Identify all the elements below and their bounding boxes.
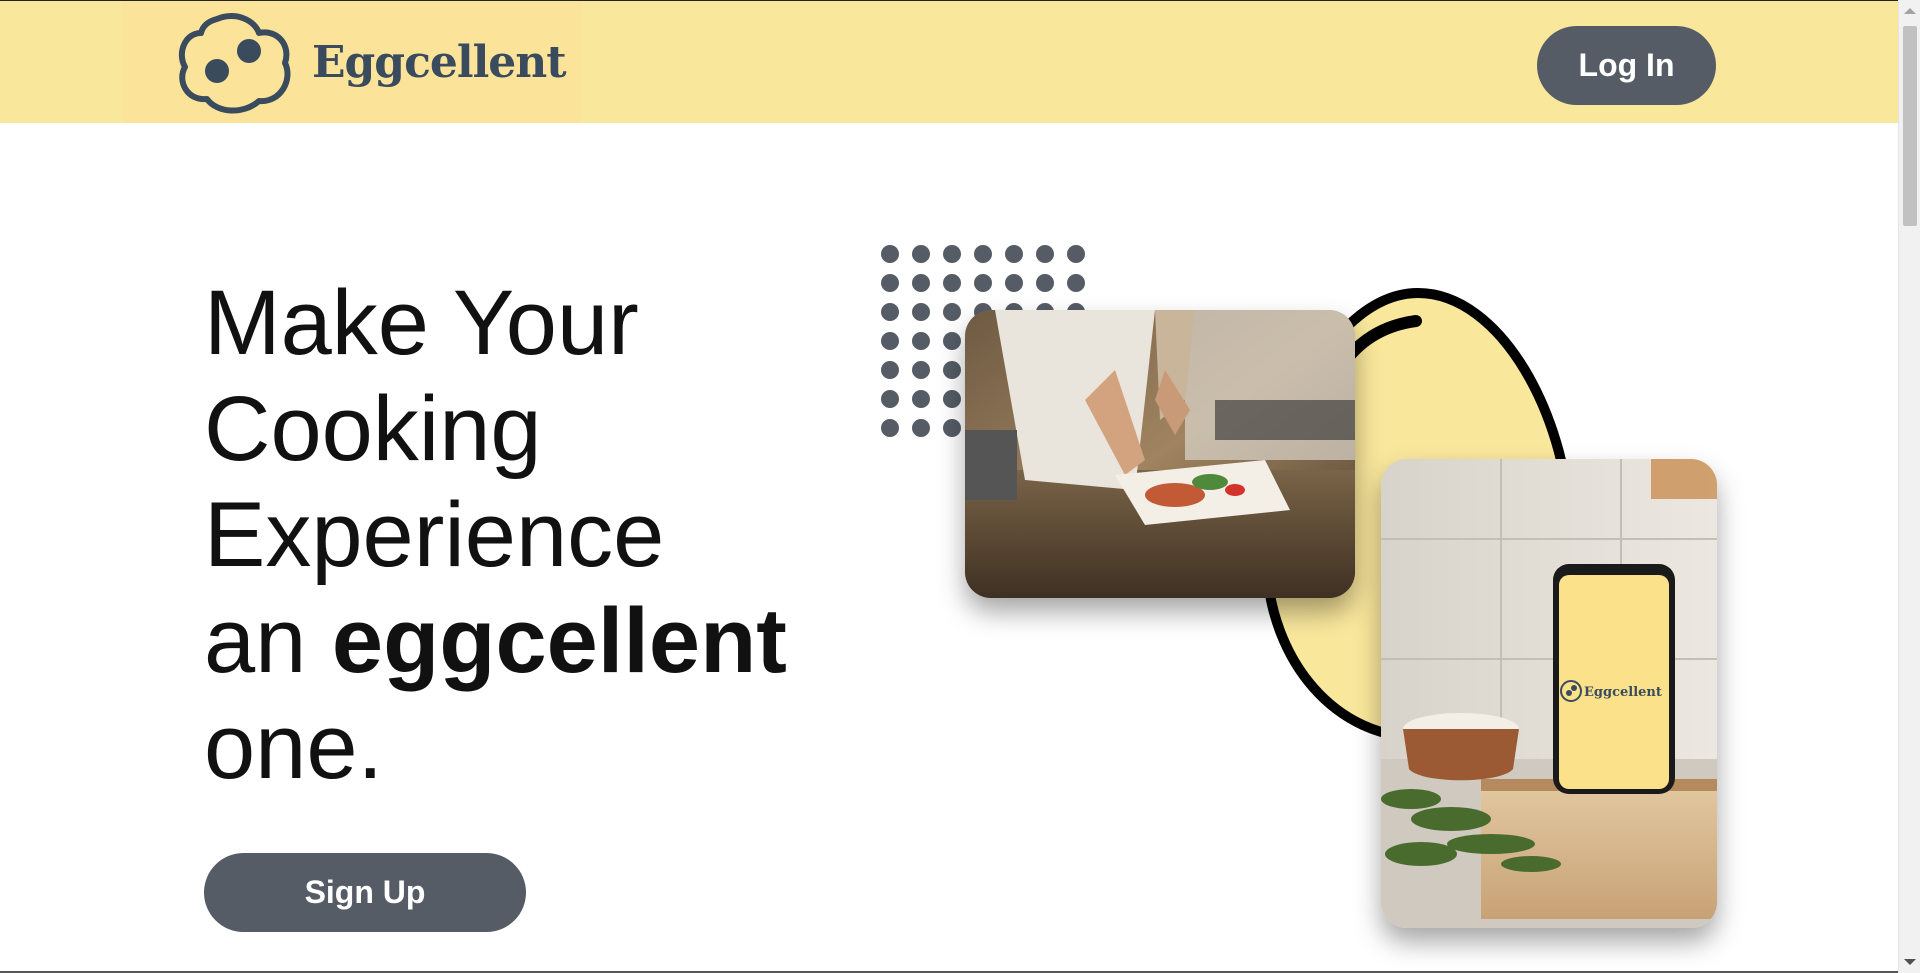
decoration-dot <box>1036 245 1054 263</box>
decoration-dot <box>943 274 961 292</box>
decoration-dot <box>881 274 899 292</box>
decoration-dot <box>943 332 961 350</box>
hero-line-5: one. <box>204 696 384 798</box>
decoration-dot <box>943 303 961 321</box>
phone-screen-brand: Eggcellent <box>1584 685 1662 700</box>
decoration-dot <box>1036 274 1054 292</box>
decoration-dot <box>881 245 899 263</box>
scrollbar-thumb[interactable] <box>1903 26 1917 226</box>
decoration-dot <box>881 332 899 350</box>
decoration-dot <box>912 245 930 263</box>
scroll-up-icon[interactable] <box>1904 8 1916 14</box>
chef-plating-photo <box>965 310 1355 598</box>
decoration-dot <box>974 245 992 263</box>
decoration-dot <box>1067 274 1085 292</box>
decoration-dot <box>1067 245 1085 263</box>
decoration-dot <box>943 419 961 437</box>
decoration-dot <box>912 303 930 321</box>
phone-app-photo: Eggcellent <box>1381 459 1717 928</box>
decoration-dot <box>912 332 930 350</box>
brand-logo[interactable]: Eggcellent <box>122 2 582 123</box>
decoration-dot <box>943 245 961 263</box>
brand-name: Eggcellent <box>312 37 567 88</box>
hero-line-3: Experience <box>204 484 665 586</box>
hero-line-4-prefix: an <box>204 590 332 692</box>
decoration-dot <box>943 390 961 408</box>
decoration-dot <box>1005 245 1023 263</box>
hero-line-4: an eggcellent <box>204 588 844 694</box>
decoration-dot <box>1005 274 1023 292</box>
login-button[interactable]: Log In <box>1537 26 1716 105</box>
decoration-dot <box>943 361 961 379</box>
signup-button[interactable]: Sign Up <box>204 853 526 932</box>
fried-egg-logo-icon <box>178 12 291 114</box>
decoration-dot <box>912 419 930 437</box>
hero-line-2: Cooking <box>204 378 542 480</box>
vertical-scrollbar[interactable] <box>1898 0 1920 973</box>
hero-headline: Make Your Cooking Experience an eggcelle… <box>204 270 844 800</box>
decoration-dot <box>881 419 899 437</box>
decoration-dot <box>974 274 992 292</box>
hero-line-4-bold: eggcellent <box>331 590 787 692</box>
scroll-down-icon[interactable] <box>1904 959 1916 965</box>
hero-line-1: Make Your <box>204 272 639 374</box>
decoration-dot <box>912 390 930 408</box>
decoration-dot <box>881 390 899 408</box>
decoration-dot <box>881 361 899 379</box>
decoration-dot <box>912 361 930 379</box>
decoration-dot <box>912 274 930 292</box>
decoration-dot <box>881 303 899 321</box>
site-header: Eggcellent Log In <box>0 0 1898 123</box>
